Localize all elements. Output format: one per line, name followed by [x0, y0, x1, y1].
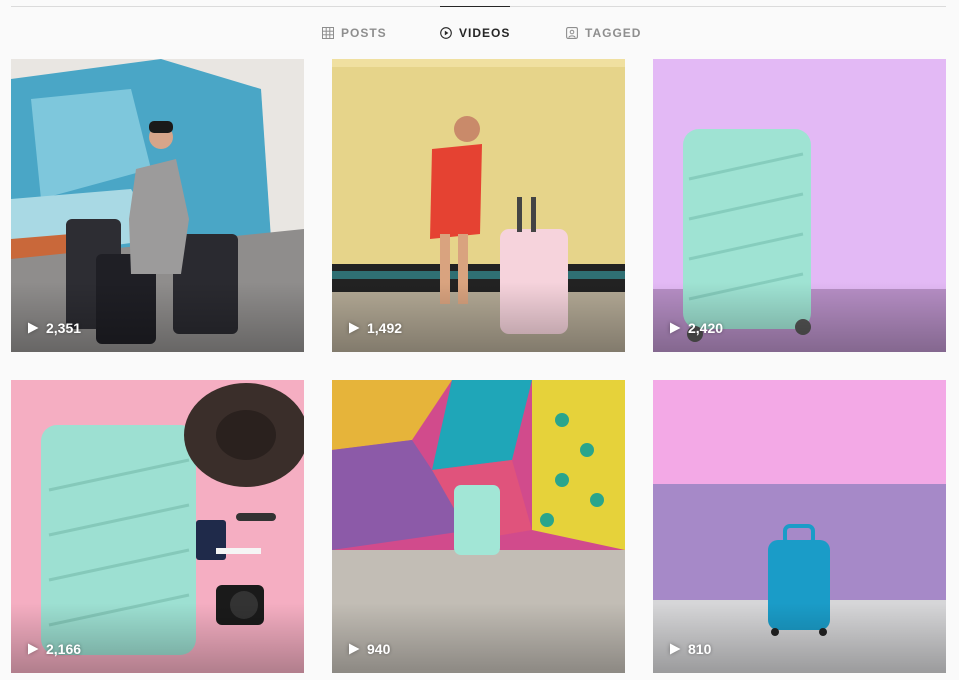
view-count: 2,166	[27, 641, 81, 657]
video-tile[interactable]: 940	[332, 380, 625, 673]
play-circle-icon	[440, 27, 452, 39]
play-icon	[28, 643, 39, 655]
view-count-value: 810	[688, 641, 712, 657]
grid-icon	[322, 26, 334, 39]
view-count: 1,492	[348, 320, 402, 336]
video-tile[interactable]: 2,420	[653, 59, 946, 352]
tile-overlay	[653, 282, 946, 352]
play-icon	[349, 643, 360, 655]
view-count-value: 2,351	[46, 320, 82, 336]
tab-videos-label: VIDEOS	[459, 26, 511, 40]
play-icon	[349, 322, 360, 334]
tile-overlay	[11, 282, 304, 352]
tile-overlay	[332, 603, 625, 673]
view-count: 940	[348, 641, 390, 657]
view-count: 2,351	[27, 320, 81, 336]
view-count-value: 2,420	[688, 320, 724, 336]
tagged-icon	[566, 26, 578, 39]
view-count: 2,420	[669, 320, 723, 336]
tab-tagged[interactable]: TAGGED	[566, 6, 641, 59]
profile-tabs: POSTS VIDEOS TAGGED	[0, 6, 959, 59]
play-icon	[670, 322, 681, 334]
tab-tagged-label: TAGGED	[585, 25, 642, 40]
video-tile[interactable]: 1,492	[332, 59, 625, 352]
tab-posts[interactable]: POSTS	[322, 6, 387, 59]
tile-overlay	[11, 603, 304, 673]
tab-posts-label: POSTS	[341, 25, 387, 40]
view-count-value: 940	[367, 641, 391, 657]
video-tile[interactable]: 2,351	[11, 59, 304, 352]
view-count-value: 2,166	[46, 641, 82, 657]
view-count: 810	[669, 641, 711, 657]
play-icon	[28, 322, 39, 334]
view-count-value: 1,492	[367, 320, 403, 336]
video-tile[interactable]: 810	[653, 380, 946, 673]
video-tile[interactable]: 2,166	[11, 380, 304, 673]
tab-videos[interactable]: VIDEOS	[440, 6, 511, 59]
tile-overlay	[332, 282, 625, 352]
tile-overlay	[653, 603, 946, 673]
play-icon	[670, 643, 681, 655]
